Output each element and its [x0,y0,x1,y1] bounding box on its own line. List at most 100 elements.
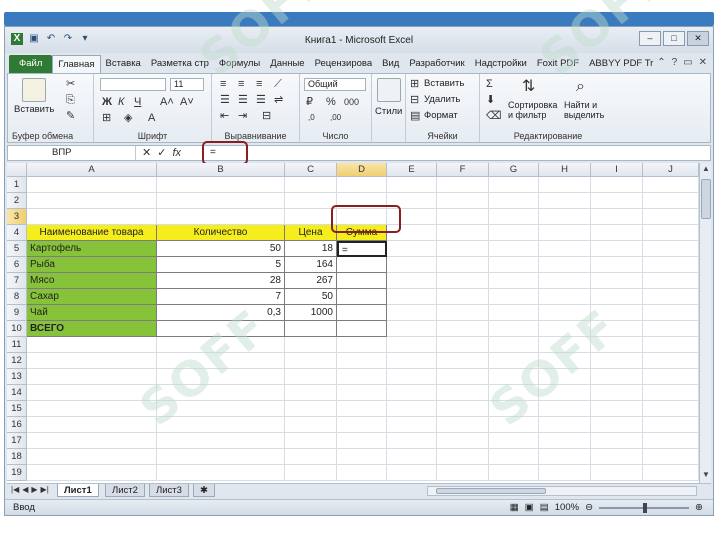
grid-cell[interactable] [539,225,591,241]
grid-cell[interactable] [337,369,387,385]
grid-cell[interactable] [643,273,699,289]
help-icon[interactable]: ? [672,57,678,68]
name-box[interactable]: ВПР [8,146,136,160]
grid-cell[interactable] [337,177,387,193]
grid-cell[interactable] [489,225,539,241]
grid-cell[interactable] [489,177,539,193]
tab-formulas[interactable]: Формулы [214,55,265,73]
column-header-f[interactable]: F [437,163,489,177]
grid-cell[interactable] [437,241,489,257]
grid-cell[interactable] [285,193,337,209]
column-header-h[interactable]: H [539,163,591,177]
sum-cell[interactable] [337,257,387,273]
grid-cell[interactable] [157,209,285,225]
grid-cell[interactable] [337,433,387,449]
row-header[interactable]: 8 [7,289,27,305]
font-name-select[interactable] [100,78,166,91]
grow-font-icon[interactable]: A˄ [160,96,174,108]
sum-cell[interactable] [337,289,387,305]
grid-cell[interactable] [539,289,591,305]
grid-cell[interactable] [437,337,489,353]
grid-cell[interactable] [489,401,539,417]
delete-cells-icon[interactable]: ⊟ [410,94,419,106]
align-middle-icon[interactable]: ≡ [238,78,244,90]
column-header-i[interactable]: I [591,163,643,177]
tab-home[interactable]: Главная [52,55,101,73]
grid-cell[interactable] [643,369,699,385]
fill-icon[interactable]: ⬇ [486,94,495,106]
new-sheet-icon[interactable]: ✱ [193,484,215,497]
grid-cell[interactable] [489,449,539,465]
format-cells-label[interactable]: Формат [424,110,458,121]
grid-cell[interactable] [489,289,539,305]
grid-cell[interactable] [387,465,437,481]
column-header-e[interactable]: E [387,163,437,177]
find-select-icon[interactable]: ⌕ [576,78,585,96]
grid-cell[interactable] [539,321,591,337]
grid-cell[interactable] [489,385,539,401]
grid-cell[interactable] [489,305,539,321]
active-cell-d3[interactable]: = [337,241,387,257]
insert-function-icon[interactable]: fx [172,146,181,160]
tab-data[interactable]: Данные [265,55,309,73]
grid-cell[interactable] [643,417,699,433]
grid-cell[interactable] [285,369,337,385]
grid-cell[interactable] [643,385,699,401]
grid-cell[interactable] [387,433,437,449]
grid-cell[interactable] [437,273,489,289]
grid-cell[interactable] [591,433,643,449]
align-left-icon[interactable]: ☰ [220,94,230,106]
grid-cell[interactable] [437,465,489,481]
grid-cell[interactable] [437,369,489,385]
item-qty-cell[interactable]: 50 [157,241,285,257]
grid-cell[interactable] [27,385,157,401]
grid-cell[interactable] [337,337,387,353]
tab-abbyy-pdf[interactable]: ABBYY PDF Tr [584,55,658,73]
styles-icon[interactable] [377,78,401,102]
number-format-select[interactable]: Общий [304,78,366,91]
header-cell-quantity[interactable]: Количество [157,225,285,241]
total-sum-cell[interactable] [337,321,387,337]
column-header-a[interactable]: A [27,163,157,177]
styles-label[interactable]: Стили [375,106,402,117]
grid-cell[interactable] [591,465,643,481]
grid-cell[interactable] [539,465,591,481]
find-select-label[interactable]: Найти и выделить [564,100,604,120]
font-color-icon[interactable]: A [148,112,155,124]
minimize-icon[interactable]: – [639,31,661,46]
item-name-cell[interactable]: Чай [27,305,157,321]
grid-cell[interactable] [27,369,157,385]
shrink-font-icon[interactable]: A˅ [180,96,194,108]
grid-cell[interactable] [337,417,387,433]
grid-cell[interactable] [539,177,591,193]
grid-cell[interactable] [591,177,643,193]
grid-cell[interactable] [157,417,285,433]
grid-cell[interactable] [437,257,489,273]
grid-cell[interactable] [539,369,591,385]
total-qty-cell[interactable] [157,321,285,337]
total-label-cell[interactable]: ВСЕГО [27,321,157,337]
grid-cell[interactable] [157,401,285,417]
grid-cell[interactable] [539,401,591,417]
grid-cell[interactable] [437,401,489,417]
scroll-up-icon[interactable]: ▲ [701,164,711,176]
sort-filter-icon[interactable]: ⇅ [522,78,535,96]
currency-icon[interactable]: ₽ [306,96,313,108]
row-header[interactable]: 18 [7,449,27,465]
item-qty-cell[interactable]: 7 [157,289,285,305]
font-size-select[interactable]: 11 [170,78,204,91]
close-workbook-icon[interactable]: ✕ [699,57,707,68]
grid-cell[interactable] [387,353,437,369]
grid-cell[interactable] [27,177,157,193]
grid-cell[interactable] [489,321,539,337]
grid-cell[interactable] [539,337,591,353]
last-sheet-icon[interactable]: ▶| [41,485,49,494]
tab-developer[interactable]: Разработчик [404,55,469,73]
insert-cells-label[interactable]: Вставить [424,78,464,89]
grid-cell[interactable] [437,385,489,401]
item-name-cell[interactable]: Мясо [27,273,157,289]
copy-icon[interactable]: ⎘ [66,94,75,106]
grid-cell[interactable] [591,257,643,273]
row-header[interactable]: 7 [7,273,27,289]
grid-cell[interactable] [437,193,489,209]
